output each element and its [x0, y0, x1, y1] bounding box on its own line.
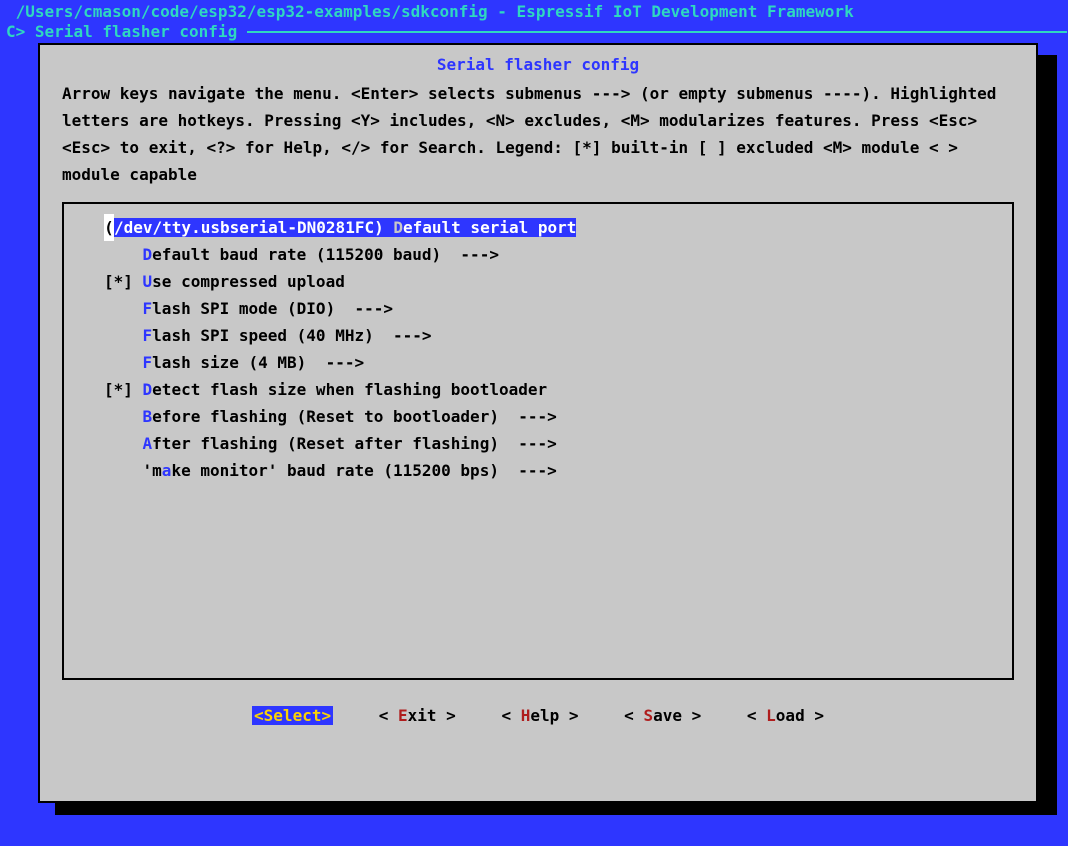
menu-item-compressed-upload[interactable]: [*] Use compressed upload — [64, 268, 1012, 295]
dialog-title: Serial flasher config — [40, 45, 1036, 80]
menu-item-serial-port[interactable]: (/dev/tty.usbserial-DN0281FC) Default se… — [64, 214, 1012, 241]
menu-item-before-flashing[interactable]: Before flashing (Reset to bootloader) --… — [64, 403, 1012, 430]
button-bar: <Select> < Exit > < Help > < Save > < Lo… — [40, 680, 1036, 725]
menu-list[interactable]: (/dev/tty.usbserial-DN0281FC) Default se… — [62, 202, 1014, 680]
menu-item-baud-rate[interactable]: Default baud rate (115200 baud) ---> — [64, 241, 1012, 268]
help-text: Arrow keys navigate the menu. <Enter> se… — [40, 80, 1036, 202]
select-button[interactable]: <Select> — [252, 706, 333, 725]
save-button[interactable]: < Save > — [624, 706, 701, 725]
exit-button[interactable]: < Exit > — [379, 706, 456, 725]
menu-item-spi-speed[interactable]: Flash SPI speed (40 MHz) ---> — [64, 322, 1012, 349]
load-button[interactable]: < Load > — [747, 706, 824, 725]
menu-item-make-monitor-baud[interactable]: 'make monitor' baud rate (115200 bps) --… — [64, 457, 1012, 484]
help-button[interactable]: < Help > — [501, 706, 578, 725]
menu-item-flash-size[interactable]: Flash size (4 MB) ---> — [64, 349, 1012, 376]
title-bar: /Users/cmason/code/esp32/esp32-examples/… — [0, 0, 1068, 22]
config-dialog: Serial flasher config Arrow keys navigat… — [38, 43, 1038, 803]
breadcrumb: C> Serial flasher config — [0, 22, 1068, 42]
menu-item-detect-flash-size[interactable]: [*] Detect flash size when flashing boot… — [64, 376, 1012, 403]
menu-item-after-flashing[interactable]: After flashing (Reset after flashing) --… — [64, 430, 1012, 457]
menu-item-spi-mode[interactable]: Flash SPI mode (DIO) ---> — [64, 295, 1012, 322]
